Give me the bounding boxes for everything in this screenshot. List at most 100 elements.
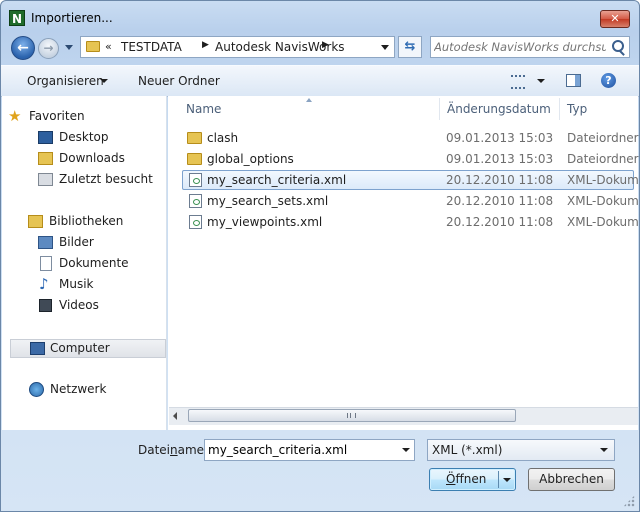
chevron-down-icon[interactable] [537, 79, 545, 83]
scroll-left-arrow-icon[interactable] [173, 412, 177, 420]
nav-recent-places[interactable]: Zuletzt besucht [38, 169, 153, 189]
address-bar[interactable]: « TESTDATA ▶ Autodesk NavisWorks ▶ [80, 36, 395, 58]
file-type-select[interactable]: XML (*.xml) [427, 439, 615, 461]
column-divider[interactable] [559, 98, 560, 120]
nav-label: Bibliotheken [49, 214, 124, 228]
cancel-button[interactable]: Abbrechen [528, 468, 615, 491]
title-bar: N Importieren... ✕ [1, 1, 639, 35]
xml-file-icon [189, 194, 202, 208]
file-date: 09.01.2013 15:03 [446, 152, 554, 166]
column-header-type[interactable]: Typ [567, 96, 587, 120]
file-type: XML-Dokum [567, 173, 639, 187]
file-type: XML-Dokum [567, 215, 639, 229]
file-list: Name Änderungsdatum Typ clash 09.01.2013… [168, 96, 639, 430]
chevron-down-icon[interactable] [503, 478, 511, 482]
file-name: clash [207, 131, 239, 145]
folder-icon [187, 132, 202, 144]
chevron-down-icon[interactable] [402, 448, 410, 452]
desktop-icon [38, 131, 53, 144]
file-row[interactable]: clash 09.01.2013 15:03 Dateiordner [182, 128, 639, 148]
preview-pane-icon[interactable] [566, 74, 581, 87]
nav-downloads[interactable]: Downloads [38, 148, 125, 168]
column-header-date[interactable]: Änderungsdatum [447, 96, 551, 120]
nav-label: Computer [50, 341, 110, 355]
nav-music[interactable]: ♪ Musik [39, 274, 94, 294]
recent-places-icon [38, 173, 53, 186]
close-button[interactable]: ✕ [600, 10, 630, 28]
nav-videos[interactable]: Videos [39, 295, 99, 315]
nav-favorites[interactable]: ★ Favoriten [8, 106, 85, 126]
refresh-button[interactable]: ⇆ [398, 36, 422, 58]
column-header-name[interactable]: Name [186, 96, 221, 120]
address-history-dropdown-icon[interactable] [381, 45, 389, 50]
nav-label: Bilder [59, 235, 94, 249]
search-icon[interactable] [612, 40, 624, 52]
file-date: 20.12.2010 11:08 [446, 215, 554, 229]
search-input[interactable] [434, 39, 606, 55]
chevron-down-icon[interactable] [100, 79, 108, 83]
filename-label: Dateiname: [138, 443, 208, 457]
file-date: 20.12.2010 11:08 [446, 173, 554, 187]
filename-input[interactable] [208, 442, 393, 458]
file-name: my_search_criteria.xml [207, 173, 347, 187]
filename-combobox[interactable] [204, 439, 415, 461]
breadcrumb-separator-icon[interactable]: ▶ [322, 40, 329, 50]
search-box[interactable] [430, 36, 630, 58]
chevron-down-icon[interactable] [600, 448, 608, 452]
nav-label: Zuletzt besucht [59, 172, 153, 186]
organize-button[interactable]: Organisieren [27, 74, 104, 88]
forward-button[interactable]: → [38, 38, 59, 59]
nav-label: Netzwerk [50, 382, 107, 396]
nav-pictures[interactable]: Bilder [38, 232, 94, 252]
nav-label: Videos [59, 298, 99, 312]
nav-label: Desktop [59, 130, 109, 144]
new-folder-button[interactable]: Neuer Ordner [138, 74, 220, 88]
star-icon: ★ [8, 107, 22, 125]
split-divider [498, 471, 499, 488]
nav-desktop[interactable]: Desktop [38, 127, 109, 147]
folder-icon [187, 153, 202, 165]
nav-libraries[interactable]: Bibliotheken [28, 211, 124, 231]
breadcrumb-separator-icon[interactable]: ▶ [202, 40, 209, 50]
xml-file-icon [189, 215, 202, 229]
nav-network[interactable]: Netzwerk [29, 379, 107, 399]
folder-icon [86, 41, 100, 52]
file-date: 20.12.2010 11:08 [446, 194, 554, 208]
recent-pages-dropdown-icon[interactable] [65, 45, 73, 50]
open-label-rest: ffnen [455, 472, 487, 486]
file-type-value: XML (*.xml) [432, 443, 503, 457]
documents-icon [40, 256, 52, 271]
file-row[interactable]: my_search_sets.xml 20.12.2010 11:08 XML-… [182, 191, 639, 211]
videos-icon [39, 299, 52, 312]
navigation-pane: ★ Favoriten Desktop Downloads Zuletzt be… [2, 96, 167, 430]
grip-icon [347, 413, 356, 418]
back-button[interactable]: ← [11, 36, 35, 60]
xml-file-icon [189, 173, 202, 187]
scrollbar-thumb[interactable] [188, 409, 516, 422]
music-icon: ♪ [39, 275, 49, 293]
open-button[interactable]: Öffnen [429, 468, 516, 491]
nav-label: Favoriten [29, 109, 85, 123]
file-row[interactable]: global_options 09.01.2013 15:03 Dateiord… [182, 149, 639, 169]
file-type: XML-Dokum [567, 194, 639, 208]
nav-label: Musik [59, 277, 94, 291]
nav-label: Dokumente [59, 256, 129, 270]
file-name: my_search_sets.xml [207, 194, 329, 208]
file-row-selected[interactable]: my_search_criteria.xml 20.12.2010 11:08 … [182, 170, 639, 190]
file-type: Dateiordner [567, 152, 639, 166]
filename-label-mnemonic: n [170, 443, 178, 457]
address-overflow-chevron[interactable]: « [105, 40, 112, 53]
column-divider[interactable] [439, 98, 440, 120]
nav-documents[interactable]: Dokumente [40, 253, 129, 273]
file-row[interactable]: my_viewpoints.xml 20.12.2010 11:08 XML-D… [182, 212, 639, 232]
navisworks-app-icon: N [9, 10, 25, 26]
breadcrumb-testdata[interactable]: TESTDATA [121, 40, 182, 54]
horizontal-scrollbar[interactable] [169, 407, 638, 425]
nav-computer[interactable]: Computer [30, 338, 110, 358]
command-bar: Organisieren Neuer Ordner ? [1, 65, 639, 97]
file-name: my_viewpoints.xml [207, 215, 323, 229]
change-view-icon[interactable] [511, 75, 525, 89]
pictures-icon [38, 236, 53, 249]
dialog-footer: Dateiname: XML (*.xml) Öffnen Abbrechen [1, 431, 639, 511]
help-icon[interactable]: ? [601, 73, 616, 88]
